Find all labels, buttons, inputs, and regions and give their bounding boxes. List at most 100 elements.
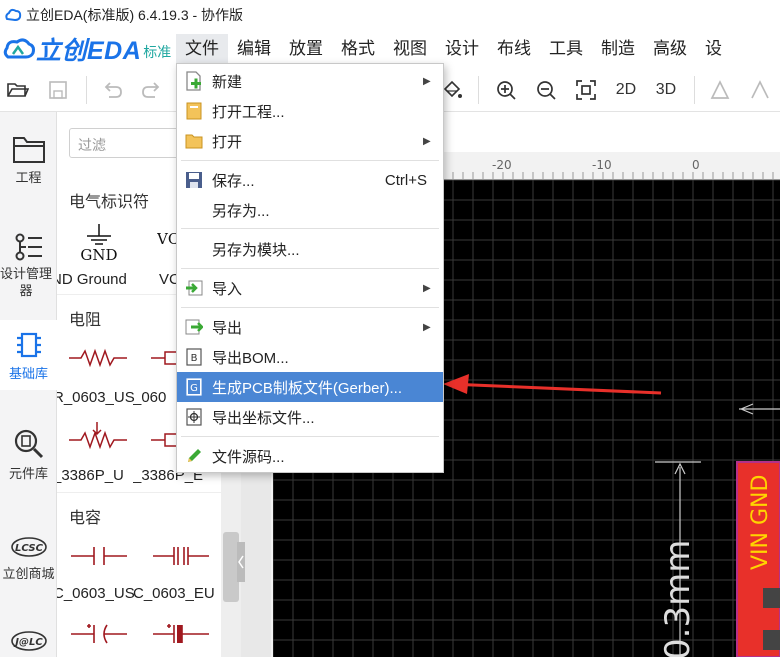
category-divider bbox=[57, 492, 221, 493]
menu-generate-gerber[interactable]: G 生成PCB制板文件(Gerber)... bbox=[177, 372, 443, 402]
svg-text:LCSC: LCSC bbox=[15, 543, 44, 554]
submenu-arrow-icon: ▶ bbox=[423, 75, 431, 87]
library-item-polarized-capacitor[interactable] bbox=[57, 608, 139, 657]
menu-separator bbox=[181, 268, 439, 269]
design-manager-icon bbox=[15, 233, 42, 261]
menu-export[interactable]: 导出 ▶ bbox=[177, 312, 443, 342]
open-project-icon bbox=[184, 101, 204, 121]
menu-separator bbox=[181, 307, 439, 308]
submenu-arrow-icon: ▶ bbox=[423, 321, 431, 333]
menu-import[interactable]: 导入 ▶ bbox=[177, 273, 443, 303]
menu-file[interactable]: 文件 bbox=[176, 34, 228, 64]
menu-fabrication[interactable]: 制造 bbox=[592, 34, 644, 64]
board-silkscreen-text: VIN GND bbox=[748, 475, 773, 570]
redo-icon[interactable] bbox=[138, 76, 166, 104]
nav-design-manager-label: 设计管理器 bbox=[0, 266, 52, 298]
menu-separator bbox=[181, 228, 439, 229]
electrolytic-capacitor-icon bbox=[153, 624, 209, 643]
submenu-arrow-icon: ▶ bbox=[423, 282, 431, 294]
menu-view[interactable]: 视图 bbox=[384, 34, 436, 64]
menu-open[interactable]: 打开 ▶ bbox=[177, 126, 443, 156]
zoom-in-icon[interactable] bbox=[492, 76, 520, 104]
board-pad[interactable] bbox=[763, 588, 780, 608]
lcsc-shop-icon[interactable] bbox=[706, 76, 734, 104]
nav-basic-library[interactable]: 基础库 bbox=[0, 320, 57, 390]
menu-save[interactable]: 保存... Ctrl+S bbox=[177, 165, 443, 195]
view-3d-button[interactable]: 3D bbox=[650, 76, 682, 104]
app-logo: 立创EDA 标准 bbox=[2, 31, 176, 67]
menu-file-source[interactable]: 文件源码... bbox=[177, 441, 443, 471]
source-pencil-icon bbox=[184, 446, 204, 466]
app-logo-icon bbox=[5, 8, 22, 22]
menu-save-as-module[interactable]: 另存为模块... bbox=[177, 234, 443, 264]
menu-route[interactable]: 布线 bbox=[488, 34, 540, 64]
board-pad[interactable] bbox=[763, 630, 780, 650]
brand-name: 立创EDA bbox=[36, 37, 142, 65]
undo-icon[interactable] bbox=[98, 76, 126, 104]
nav-component-library[interactable]: 元件库 bbox=[0, 428, 57, 482]
collapse-panel-icon[interactable] bbox=[237, 542, 247, 582]
library-item-resistor-us[interactable]: R_0603_US bbox=[57, 334, 139, 412]
coordinate-icon bbox=[184, 407, 204, 427]
library-item-label: ND Ground bbox=[57, 271, 127, 288]
left-navigation: 工程 设计管理器 基础库 元件库 LCSC 立创商城 J@LC bbox=[0, 112, 57, 657]
nav-project[interactable]: 工程 bbox=[0, 134, 57, 186]
window-title: 立创EDA(标准版) 6.4.19.3 - 协作版 bbox=[26, 7, 244, 23]
menu-save-as[interactable]: 另存为... bbox=[177, 195, 443, 225]
component-search-icon bbox=[14, 429, 43, 459]
menu-open-project[interactable]: 打开工程... bbox=[177, 96, 443, 126]
toolbar-divider bbox=[694, 76, 695, 104]
menu-place[interactable]: 放置 bbox=[280, 34, 332, 64]
svg-text:B: B bbox=[191, 353, 198, 364]
nav-jlc[interactable]: J@LC bbox=[0, 628, 57, 657]
bom-icon: B bbox=[184, 347, 204, 367]
menu-new[interactable]: 新建 ▶ bbox=[177, 66, 443, 96]
zoom-out-icon[interactable] bbox=[532, 76, 560, 104]
svg-text:J@LC: J@LC bbox=[13, 637, 43, 648]
library-item-capacitor-us[interactable]: C_0603_US bbox=[57, 530, 139, 608]
menu-format[interactable]: 格式 bbox=[332, 34, 384, 64]
library-item-electrolytic-capacitor[interactable] bbox=[139, 608, 221, 657]
category-resistors[interactable]: 电阻 bbox=[69, 306, 101, 330]
open-folder-icon bbox=[184, 131, 204, 151]
ruler-label: -10 bbox=[592, 158, 612, 172]
folder-icon bbox=[12, 137, 45, 163]
menu-advanced[interactable]: 高级 bbox=[644, 34, 696, 64]
nav-lcsc-mall[interactable]: LCSC 立创商城 bbox=[0, 534, 57, 582]
export-icon bbox=[184, 317, 204, 337]
nav-lcsc-mall-label: 立创商城 bbox=[2, 566, 55, 581]
gerber-icon: G bbox=[184, 377, 204, 397]
fit-view-icon[interactable] bbox=[572, 76, 600, 104]
import-icon bbox=[184, 278, 204, 298]
nav-design-manager[interactable]: 设计管理器 bbox=[0, 232, 57, 299]
library-item-label: C_0603_EU bbox=[133, 585, 215, 602]
menu-tools[interactable]: 工具 bbox=[540, 34, 592, 64]
library-item-potentiometer-us[interactable]: _3386P_U bbox=[57, 412, 139, 490]
view-2d-button[interactable]: 2D bbox=[610, 76, 642, 104]
polarized-capacitor-icon bbox=[71, 624, 127, 644]
submenu-arrow-icon: ▶ bbox=[423, 135, 431, 147]
share-icon[interactable] bbox=[746, 76, 774, 104]
category-electrical-symbols[interactable]: 电气标识符 bbox=[69, 188, 149, 212]
save-icon[interactable] bbox=[44, 76, 72, 104]
resistor-us-symbol-icon bbox=[69, 348, 127, 368]
nav-basic-library-label: 基础库 bbox=[8, 366, 48, 381]
library-item-label: _3386P_U bbox=[57, 467, 124, 484]
edition-label: 标准 bbox=[143, 44, 172, 60]
save-icon bbox=[184, 170, 204, 190]
save-shortcut: Ctrl+S bbox=[384, 171, 427, 189]
menu-design[interactable]: 设计 bbox=[436, 34, 488, 64]
open-folder-icon[interactable] bbox=[4, 76, 32, 104]
library-item-gnd[interactable]: GND ND Ground bbox=[57, 216, 139, 294]
toolbar-divider bbox=[86, 76, 87, 104]
category-capacitors[interactable]: 电容 bbox=[69, 504, 101, 528]
menu-edit[interactable]: 编辑 bbox=[228, 34, 280, 64]
svg-text:GND: GND bbox=[80, 246, 117, 262]
menu-export-coordinates[interactable]: 导出坐标文件... bbox=[177, 402, 443, 432]
nav-project-label: 工程 bbox=[15, 170, 42, 185]
library-item-capacitor-eu[interactable]: C_0603_EU bbox=[133, 530, 221, 608]
jlc-icon: J@LC bbox=[10, 631, 47, 651]
menu-export-bom[interactable]: B 导出BOM... bbox=[177, 342, 443, 372]
menu-settings[interactable]: 设 bbox=[696, 34, 731, 64]
ground-symbol-icon: GND bbox=[80, 224, 118, 262]
